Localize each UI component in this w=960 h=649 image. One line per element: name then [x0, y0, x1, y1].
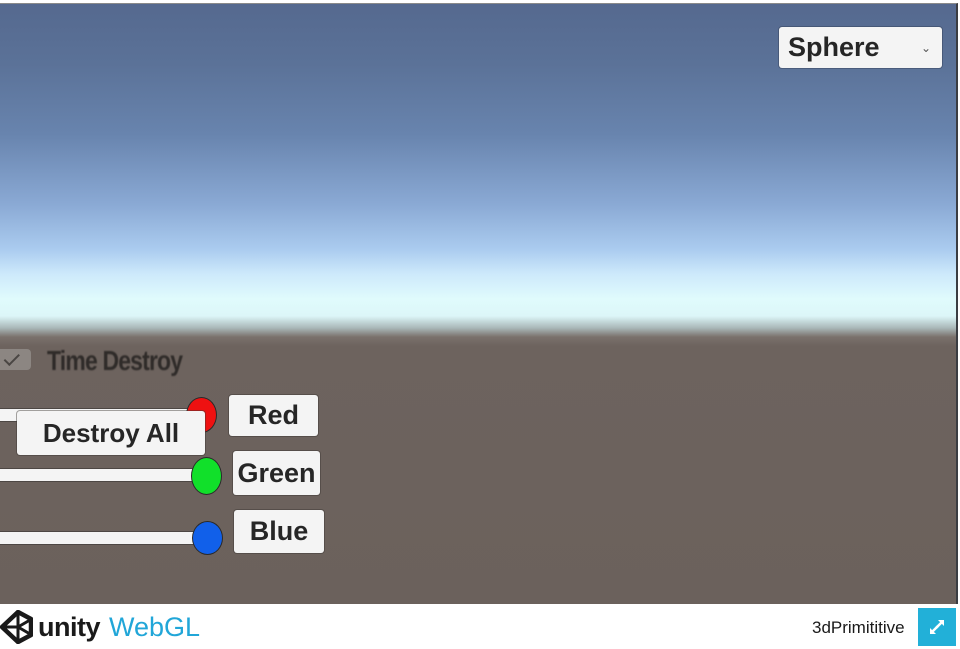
- app-title: 3dPrimititive: [812, 618, 905, 637]
- red-button[interactable]: Red: [229, 395, 318, 436]
- chevron-down-icon: ⌄: [920, 40, 932, 55]
- green-slider-track[interactable]: [0, 468, 203, 482]
- shape-dropdown-value: Sphere: [788, 32, 880, 62]
- unity-logo-icon: [0, 609, 34, 645]
- webgl-canvas[interactable]: Sphere ⌄ Time Destroy Red Destroy All Gr…: [0, 3, 958, 605]
- destroy-all-label: Destroy All: [42, 417, 180, 448]
- unity-wordmark: unity: [38, 612, 101, 642]
- footer: unity WebGL 3dPrimititive: [0, 604, 960, 646]
- webgl-wordmark: WebGL: [109, 612, 201, 642]
- destroy-all-button[interactable]: Destroy All: [17, 411, 205, 455]
- blue-slider-track[interactable]: [0, 531, 203, 545]
- blue-button[interactable]: Blue: [234, 510, 324, 553]
- time-destroy-label: Time Destroy: [47, 345, 183, 376]
- time-destroy-checkbox[interactable]: [0, 349, 31, 370]
- green-button-label: Green: [237, 457, 316, 488]
- fullscreen-button[interactable]: [918, 608, 956, 646]
- red-button-label: Red: [247, 400, 299, 430]
- blue-slider-knob[interactable]: [192, 521, 223, 555]
- shape-dropdown[interactable]: Sphere ⌄: [779, 27, 942, 68]
- blue-button-label: Blue: [249, 516, 309, 546]
- green-button[interactable]: Green: [233, 451, 320, 495]
- green-slider-knob[interactable]: [191, 457, 222, 495]
- fullscreen-expand-icon: [930, 620, 944, 634]
- checkmark-icon: [3, 349, 20, 366]
